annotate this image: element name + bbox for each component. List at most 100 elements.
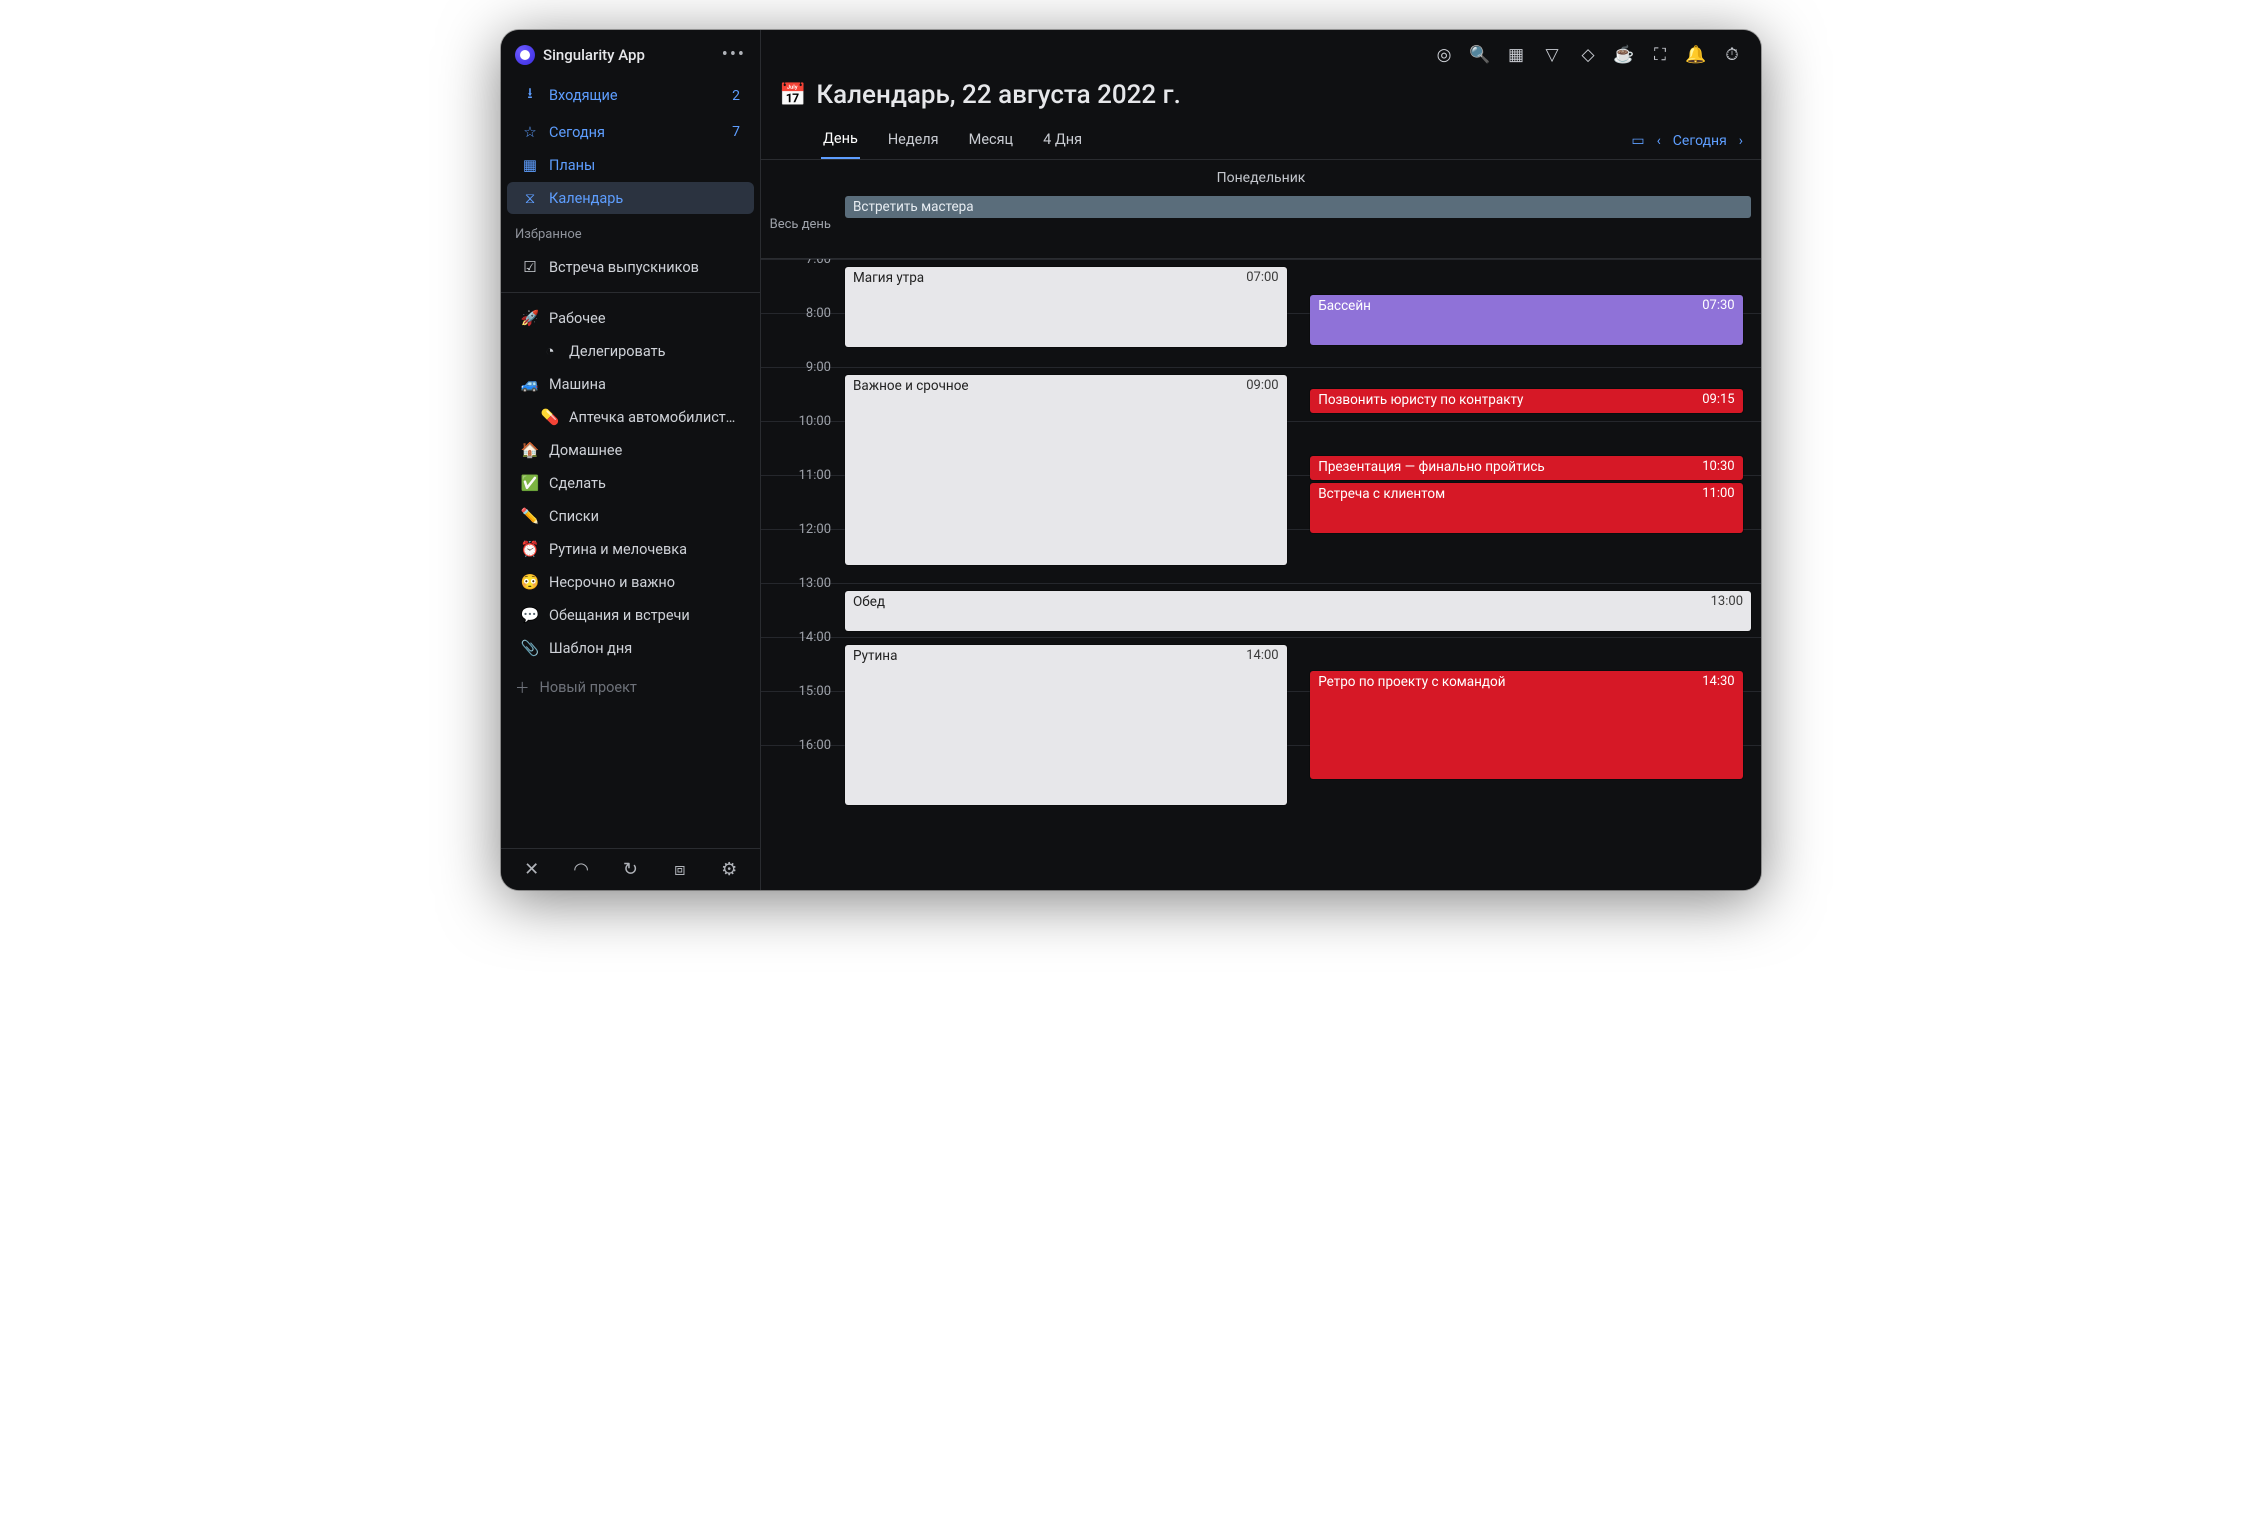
calendar-event[interactable]: Встреча с клиентом 11:00 (1310, 483, 1742, 533)
hour-gutter-row: 12:00 (761, 529, 841, 583)
calendar-event[interactable]: Магия утра 07:00 (845, 267, 1287, 347)
event-title: Бассейн (1318, 298, 1371, 314)
project-icon: 💬 (521, 606, 539, 624)
prev-day-icon[interactable]: ‹ (1657, 133, 1661, 149)
calendar-event[interactable]: Презентация — финально пройтись 10:30 (1310, 456, 1742, 480)
app-frame: Singularity App ••• ⭳ Входящие 2☆ Сегодн… (501, 30, 1761, 890)
archive-icon[interactable]: ⧈ (666, 859, 694, 880)
tag-icon[interactable]: ◇ (1577, 44, 1599, 66)
hour-label: 8:00 (761, 306, 841, 321)
day-header: Понедельник (761, 160, 1761, 190)
sidebar-project-child[interactable]: 💊 Аптечка автомобилиста: о... (507, 401, 754, 433)
event-title: Ретро по проекту с командой (1318, 674, 1505, 690)
event-time: 14:00 (1246, 648, 1278, 663)
sidebar-item-label: Списки (549, 508, 740, 525)
sidebar-project-item[interactable]: 🚙 Машина (507, 368, 754, 400)
event-title: Рутина (853, 648, 897, 664)
sidebar-item-label: Домашнее (549, 442, 740, 459)
filter-icon[interactable]: ▽ (1541, 44, 1563, 66)
target-icon[interactable]: ◎ (1433, 44, 1455, 66)
sidebar-project-item[interactable]: 💬 Обещания и встречи (507, 599, 754, 631)
event-time: 10:30 (1702, 459, 1734, 474)
shuffle-icon[interactable]: ✕ (518, 859, 546, 880)
topbar: ◎ 🔍 ▦ ▽ ◇ ☕ ⛶ 🔔 ⏱ (761, 30, 1761, 66)
calendar-scroll[interactable]: 7:008:009:0010:0011:0012:0013:0014:0015:… (761, 259, 1761, 890)
sidebar-item-label: Делегировать (569, 343, 740, 360)
view-tabs: День Неделя Месяц 4 Дня ▭ ‹ Сегодня › (761, 116, 1761, 160)
bell-icon[interactable]: 🔔 (1685, 44, 1707, 66)
sidebar-project-item[interactable]: 😳 Несрочно и важно (507, 566, 754, 598)
search-icon[interactable]: 🔍 (1469, 44, 1491, 66)
calendar-event[interactable]: Позвонить юристу по контракту 09:15 (1310, 389, 1742, 413)
calendar-event[interactable]: Бассейн 07:30 (1310, 295, 1742, 345)
calendar-grid-icon[interactable]: ▦ (1505, 44, 1527, 66)
hour-label: 10:00 (761, 414, 841, 429)
event-time: 14:30 (1702, 674, 1734, 689)
sidebar-item-label: Календарь (549, 190, 740, 207)
hour-gutter-row: 10:00 (761, 421, 841, 475)
sidebar-item[interactable]: ⧖ Календарь (507, 182, 754, 214)
history-icon[interactable]: ↻ (616, 859, 644, 880)
hour-label: 9:00 (761, 360, 841, 375)
tab-week[interactable]: Неделя (886, 123, 941, 158)
today-button[interactable]: Сегодня (1673, 133, 1727, 149)
sidebar-project-item[interactable]: 📎 Шаблон дня (507, 632, 754, 664)
sidebar-project-child[interactable]: ◔ Делегировать (507, 335, 754, 367)
child-icon: 💊 (541, 408, 559, 426)
sidebar-item-icon: ⧖ (521, 189, 539, 207)
sidebar-item-count: 7 (732, 124, 740, 140)
page-title: Календарь, 22 августа 2022 г. (816, 80, 1180, 110)
app-logo (515, 45, 535, 65)
tab-month[interactable]: Месяц (967, 123, 1016, 158)
settings-icon[interactable]: ⚙ (715, 859, 743, 880)
events-layer: Магия утра 07:00 Важное и срочное 09:00 Об… (841, 259, 1761, 799)
sidebar-more-icon[interactable]: ••• (722, 44, 746, 65)
sidebar-item[interactable]: ▦ Планы (507, 149, 754, 181)
hour-gutter-row: 8:00 (761, 313, 841, 367)
rainbow-icon[interactable]: ◠ (567, 859, 595, 880)
checkbox-icon: ☑ (521, 258, 539, 276)
date-picker-icon[interactable]: ▭ (1631, 133, 1644, 149)
sidebar-item[interactable]: ⭳ Входящие 2 (507, 76, 754, 115)
sidebar-item-icon: ⭳ (521, 83, 539, 108)
calendar-event[interactable]: Рутина 14:00 (845, 645, 1287, 805)
sidebar-project-item[interactable]: ⏰ Рутина и мелочевка (507, 533, 754, 565)
focus-icon[interactable]: ⛶ (1649, 44, 1671, 66)
event-time: 07:00 (1246, 270, 1278, 285)
hour-label: 15:00 (761, 684, 841, 699)
sidebar-item[interactable]: ☆ Сегодня 7 (507, 116, 754, 148)
stopwatch-icon[interactable]: ⏱ (1721, 44, 1743, 66)
app-title: Singularity App (543, 46, 722, 64)
hour-gutter-row: 9:00 (761, 367, 841, 421)
sidebar-favorite-item[interactable]: ☑ Встреча выпускников (507, 251, 754, 283)
calendar-event[interactable]: Обед 13:00 (845, 591, 1751, 631)
page-title-row: 📅 Календарь, 22 августа 2022 г. (761, 66, 1761, 116)
event-time: 09:00 (1246, 378, 1278, 393)
sidebar-project-item[interactable]: ✏️ Списки (507, 500, 754, 532)
tab-4days[interactable]: 4 Дня (1041, 123, 1084, 158)
hour-label: 12:00 (761, 522, 841, 537)
sidebar-primary: ⭳ Входящие 2☆ Сегодня 7▦ Планы ⧖ Календа… (501, 73, 760, 217)
tab-day[interactable]: День (821, 122, 860, 159)
event-title: Позвонить юристу по контракту (1318, 392, 1523, 408)
sidebar-project-item[interactable]: 🏠 Домашнее (507, 434, 754, 466)
next-day-icon[interactable]: › (1739, 133, 1743, 149)
event-title: Встреча с клиентом (1318, 486, 1445, 502)
sidebar-project-item[interactable]: ✅ Сделать (507, 467, 754, 499)
sidebar-item-label: Аптечка автомобилиста: о... (569, 409, 740, 426)
add-project-button[interactable]: ＋ Новый проект (501, 667, 760, 708)
event-time: 09:15 (1702, 392, 1734, 407)
allday-label: Весь день (761, 190, 841, 258)
hour-label: 13:00 (761, 576, 841, 591)
allday-event[interactable]: Встретить мастера (845, 196, 1751, 218)
project-icon: ✏️ (521, 507, 539, 525)
calendar-event[interactable]: Важное и срочное 09:00 (845, 375, 1287, 565)
hour-gutter-row: 13:00 (761, 583, 841, 637)
allday-row: Весь день Встретить мастера (761, 190, 1761, 259)
sidebar-item-label: Несрочно и важно (549, 574, 740, 591)
calendar-event[interactable]: Ретро по проекту с командой 14:30 (1310, 671, 1742, 779)
hour-gutter: 7:008:009:0010:0011:0012:0013:0014:0015:… (761, 259, 841, 799)
coffee-icon[interactable]: ☕ (1613, 44, 1635, 66)
hour-label: 11:00 (761, 468, 841, 483)
sidebar-project-item[interactable]: 🚀 Рабочее (507, 302, 754, 334)
